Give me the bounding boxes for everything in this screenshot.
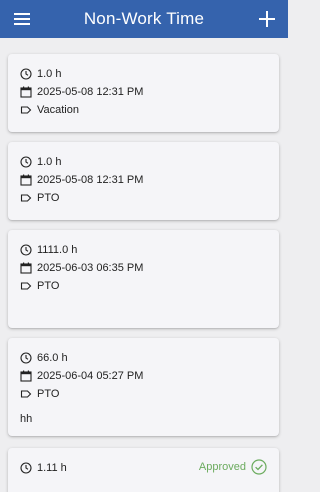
entry-card[interactable]: 1111.0 h 2025-06-03 06:35 PM PTO [8,230,279,328]
hours-text: 1.11 h [37,462,67,474]
hours-row: 1.0 h [20,66,61,82]
datetime-row: 2025-05-08 12:31 PM [20,172,143,188]
clock-icon [20,156,32,168]
hours-row: 66.0 h [20,350,68,366]
menu-button[interactable] [12,9,32,29]
hours-text: 66.0 h [37,352,68,364]
entry-card[interactable]: 1.11 h Approved [8,448,279,492]
type-text: PTO [37,388,60,400]
menu-icon [14,13,30,25]
hours-row: 1.11 h [20,460,67,476]
clock-icon [20,68,32,80]
entry-card[interactable]: 1.0 h 2025-05-08 12:31 PM Vacation [8,54,279,132]
hours-row: 1.0 h [20,154,61,170]
clock-icon [20,462,32,474]
type-text: Vacation [37,104,79,116]
entry-note: hh [20,413,33,425]
type-row: PTO [20,278,59,294]
check-circle-icon [251,459,267,475]
hours-text: 1111.0 h [37,244,78,256]
hours-text: 1.0 h [37,68,62,80]
type-row: PTO [20,190,59,206]
type-text: PTO [37,280,60,292]
entry-list[interactable]: 1.0 h 2025-05-08 12:31 PM Vacation 1.0 h… [0,38,288,492]
type-text: PTO [37,192,60,204]
label-icon [20,194,32,202]
type-row: Vacation [20,102,79,118]
clock-icon [20,352,32,364]
entry-card[interactable]: 1.0 h 2025-05-08 12:31 PM PTO [8,142,279,220]
clock-icon [20,244,32,256]
label-icon [20,390,32,398]
label-icon [20,106,32,114]
datetime-row: 2025-06-03 06:35 PM [20,260,143,276]
entry-card[interactable]: 66.0 h 2025-06-04 05:27 PM PTO hh [8,338,279,436]
add-entry-button[interactable] [256,8,278,30]
datetime-text: 2025-06-04 05:27 PM [37,370,144,382]
status-text: Approved [198,461,246,473]
page-title: Non-Work Time [83,9,205,28]
calendar-icon [20,370,32,382]
calendar-icon [20,86,32,98]
label-icon [20,282,32,290]
datetime-text: 2025-05-08 12:31 PM [37,86,144,98]
app-bar: Non-Work Time [0,0,288,38]
hours-row: 1111.0 h [20,242,77,258]
calendar-icon [20,174,32,186]
datetime-text: 2025-06-03 06:35 PM [37,262,144,274]
datetime-row: 2025-06-04 05:27 PM [20,368,143,384]
datetime-text: 2025-05-08 12:31 PM [37,174,144,186]
datetime-row: 2025-05-08 12:31 PM [20,84,143,100]
type-row: PTO [20,386,59,402]
hours-text: 1.0 h [37,156,62,168]
status-badge: Approved [199,459,267,475]
add-icon [259,11,275,27]
calendar-icon [20,262,32,274]
